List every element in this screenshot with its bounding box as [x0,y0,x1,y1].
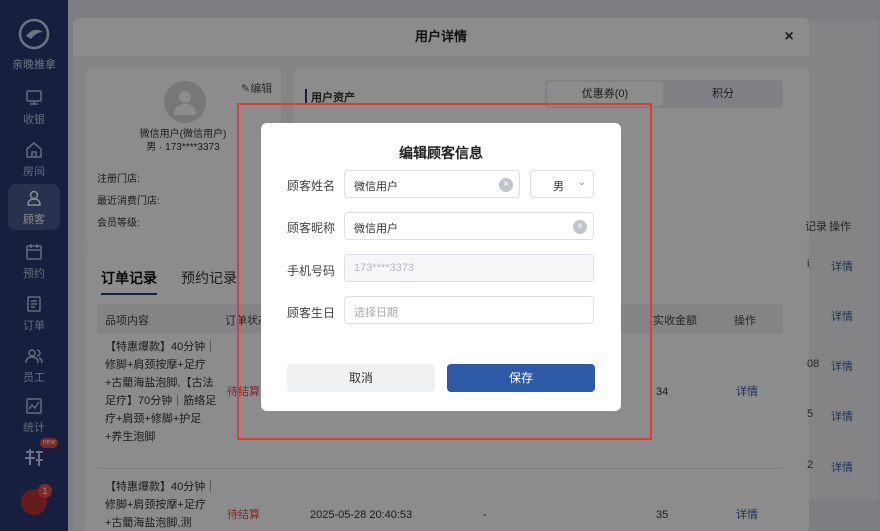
name-value: 微信用户 [354,181,398,193]
save-button[interactable]: 保存 [447,364,595,392]
name-label: 顾客姓名 [287,179,336,193]
clear-icon[interactable]: × [499,178,513,192]
clear-icon[interactable]: × [573,220,587,234]
nickname-input[interactable]: 微信用户 × [344,212,594,240]
gender-value: 男 [553,181,564,193]
phone-value: 173****3373 [354,262,414,274]
birthday-date-picker[interactable]: 选择日期 [344,296,594,324]
birthday-placeholder: 选择日期 [354,307,398,319]
gender-select[interactable]: 男 ⌄ [530,170,594,198]
phone-input: 173****3373 [344,254,594,282]
name-input[interactable]: 微信用户 × [344,170,520,198]
chevron-down-icon: ⌄ [577,177,586,188]
nickname-label: 顾客昵称 [287,221,336,235]
birthday-label: 顾客生日 [287,306,336,320]
modal-title: 编辑顾客信息 [399,145,483,161]
phone-label: 手机号码 [287,264,336,278]
nickname-value: 微信用户 [354,223,398,235]
edit-customer-modal: 编辑顾客信息 顾客姓名 微信用户 × 男 ⌄ 顾客昵称 微信用户 × 手机号码 … [261,123,621,411]
cancel-button[interactable]: 取消 [287,364,435,392]
